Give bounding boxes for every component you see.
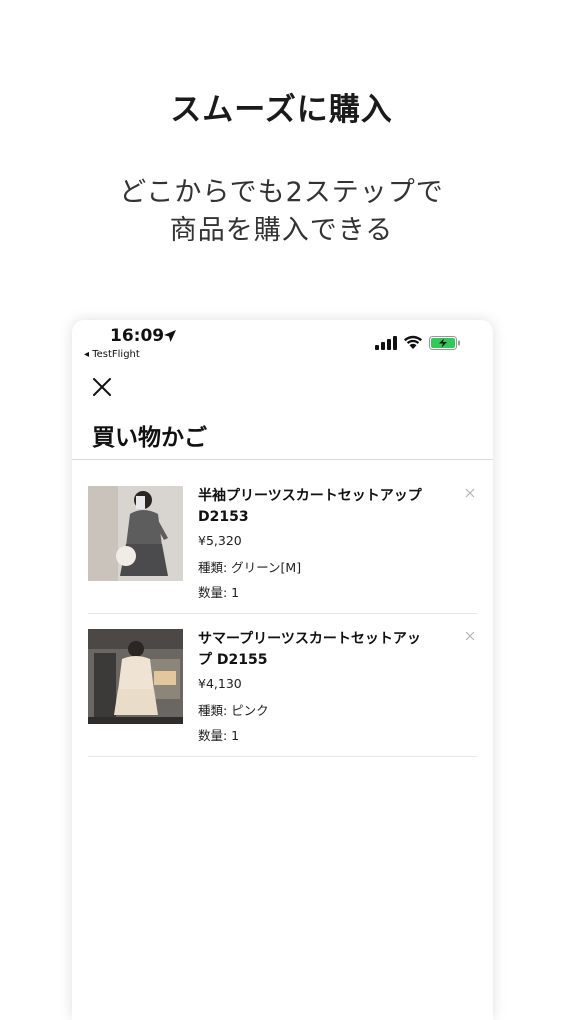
- page-title: 買い物かご: [92, 425, 207, 451]
- location-arrow-icon: [164, 330, 176, 342]
- promo-subtitle-line2: 商品を購入できる: [169, 215, 394, 246]
- back-to-testflight-link[interactable]: ◂ TestFlight: [84, 349, 140, 360]
- signal-icon: [375, 336, 397, 350]
- header-divider: [72, 459, 493, 460]
- remove-item-icon[interactable]: [465, 488, 475, 498]
- cart-item[interactable]: サマープリーツスカートセットアップ D2155 ¥4,130 種類: ピンク 数…: [88, 615, 477, 757]
- cart-item[interactable]: 半袖プリーツスカートセットアップ D2153 ¥5,320 種類: グリーン[M…: [88, 472, 477, 614]
- promo-headline: スムーズに購入: [170, 92, 393, 128]
- product-name[interactable]: 半袖プリーツスカートセットアップ D2153: [198, 486, 428, 528]
- item-divider: [88, 756, 477, 757]
- close-icon[interactable]: [91, 376, 113, 398]
- product-price: ¥4,130: [198, 676, 242, 691]
- product-thumbnail[interactable]: [88, 629, 183, 724]
- product-quantity: 数量: 1: [198, 728, 240, 743]
- product-name[interactable]: サマープリーツスカートセットアップ D2155: [198, 629, 428, 671]
- status-time: 16:09: [110, 326, 165, 346]
- wifi-icon: [404, 335, 422, 349]
- promo-subtitle-line1: どこからでも2ステップで: [119, 177, 444, 208]
- product-price: ¥5,320: [198, 533, 242, 548]
- item-divider: [88, 613, 477, 614]
- product-variant: 種類: ピンク: [198, 703, 269, 718]
- product-variant: 種類: グリーン[M]: [198, 560, 302, 575]
- product-thumbnail[interactable]: [88, 486, 183, 581]
- remove-item-icon[interactable]: [465, 631, 475, 641]
- product-quantity: 数量: 1: [198, 585, 240, 600]
- phone-screen: 16:09 ◂ TestFlight 買い物かご 半袖プリーツスカートセットアッ…: [72, 320, 493, 1020]
- battery-charging-icon: [429, 336, 460, 350]
